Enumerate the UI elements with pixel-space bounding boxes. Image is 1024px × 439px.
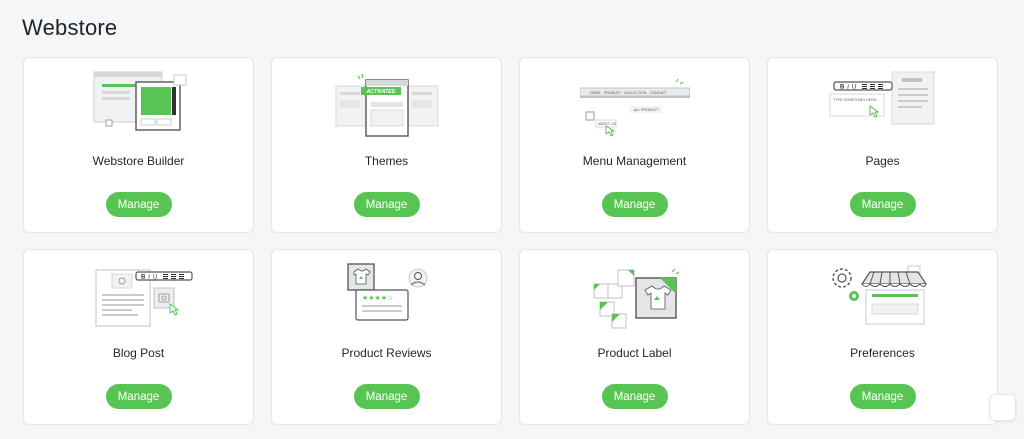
manage-button-preferences[interactable]: Manage [849,384,916,409]
card-label: Product Reviews [341,346,432,360]
manage-button-menu-management[interactable]: Manage [601,192,668,217]
card-label: Preferences [850,346,915,360]
card-blog-post[interactable]: B I U Blog Post Manage [23,249,254,425]
svg-text:PRODUCT: PRODUCT [604,91,622,95]
svg-text:HOME: HOME [590,91,601,95]
svg-text:CONTACT: CONTACT [650,91,668,95]
card-menu-management[interactable]: HOME PRODUCT COLLECTION CONTACT ALL PROD… [519,57,750,233]
svg-text:★★★★☆: ★★★★☆ [362,294,393,302]
svg-text:B: B [141,275,146,281]
card-product-reviews[interactable]: ★★★★☆ Product Reviews Manage [271,249,502,425]
card-themes[interactable]: ACTIVATED Themes Manage [271,57,502,233]
corner-widget[interactable] [989,394,1016,421]
manage-button-pages[interactable]: Manage [849,192,916,217]
menu-management-icon: HOME PRODUCT COLLECTION CONTACT ALL PROD… [520,70,749,140]
card-label: Themes [364,154,409,168]
preferences-icon [768,262,997,332]
webstore-builder-icon [24,70,253,140]
card-pages[interactable]: B I U TYPE SOMETHING HERE... Pages Manag… [767,57,998,233]
manage-button-blog-post[interactable]: Manage [105,384,172,409]
card-label: Webstore Builder [92,154,185,168]
product-reviews-icon: ★★★★☆ [272,262,501,332]
card-product-label[interactable]: Product Label Manage [519,249,750,425]
card-preferences[interactable]: Preferences Manage [767,249,998,425]
card-webstore-builder[interactable]: Webstore Builder Manage [23,57,254,233]
manage-button-product-label[interactable]: Manage [601,384,668,409]
manage-button-themes[interactable]: Manage [353,192,420,217]
manage-button-product-reviews[interactable]: Manage [353,384,420,409]
webstore-grid: Webstore Builder Manage ACTIVATED Themes… [23,57,998,425]
svg-text:COLLECTION: COLLECTION [624,91,647,95]
page-title: Webstore [22,15,118,40]
svg-text:TYPE SOMETHING HERE...: TYPE SOMETHING HERE... [833,98,879,102]
svg-text:B: B [840,85,845,91]
blog-post-icon: B I U [24,262,253,332]
svg-text:ABOUT US: ABOUT US [598,122,616,126]
card-label: Product Label [597,346,672,360]
card-label: Blog Post [112,346,165,360]
manage-button-webstore-builder[interactable]: Manage [105,192,172,217]
svg-text:U: U [153,275,157,281]
svg-text:U: U [852,85,856,91]
activated-badge: ACTIVATED [365,89,395,95]
product-label-icon [520,262,749,332]
pages-icon: B I U TYPE SOMETHING HERE... [768,70,997,140]
themes-icon: ACTIVATED [272,70,501,140]
svg-text:ALL PRODUCT: ALL PRODUCT [634,108,659,112]
card-label: Menu Management [582,154,687,168]
card-label: Pages [865,154,900,168]
